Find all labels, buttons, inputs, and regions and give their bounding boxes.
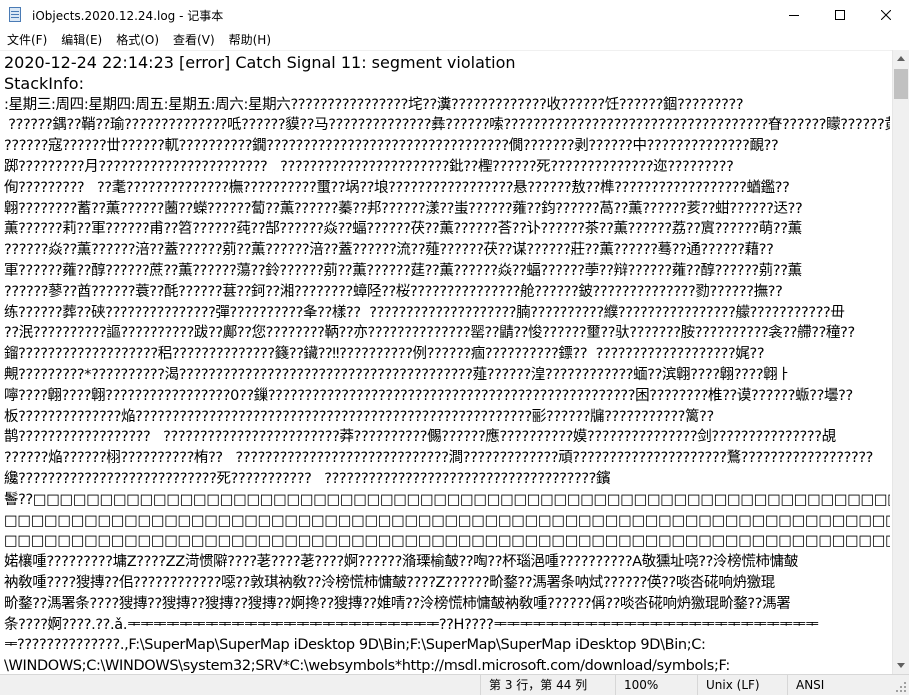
menu-view[interactable]: 查看(V)	[166, 30, 222, 50]
minimize-button[interactable]	[771, 0, 817, 30]
status-position: 第 3 行，第 44 列	[480, 675, 615, 695]
menu-help[interactable]: 帮助(H)	[222, 30, 278, 50]
title-bar[interactable]: iObjects.2020.12.24.log - 记事本	[0, 0, 909, 31]
status-line-ending: Unix (LF)	[697, 675, 787, 695]
maximize-icon	[835, 10, 845, 20]
text-line: ??????焱??薫??????涪??蓋??????莂??薫??????涪??蓋…	[4, 242, 774, 259]
text-line: □□□□□□□□□□□□□□□□□□□□□□□□□□□□□□□□□□□□□□□□…	[4, 512, 890, 529]
window-title: iObjects.2020.12.24.log - 记事本	[32, 8, 224, 23]
resize-grip-icon[interactable]	[895, 681, 907, 693]
text-line: 练??????葬??硖???????????????彈??????????夆??…	[4, 304, 845, 321]
menu-edit[interactable]: 编辑(E)	[54, 30, 109, 50]
text-line: ??????寇??????丗??????軏??????????鐗????????…	[4, 138, 779, 155]
text-line: 軍??????蕹??醇??????蔗??薫??????蕩??鈴??????莂??…	[4, 262, 802, 279]
scroll-up-button[interactable]	[893, 50, 909, 67]
text-line: 2020-12-24 22:14:23 [error] Catch Signal…	[4, 53, 516, 72]
text-line: 畍鍪??溤署条????獀摶??獀摶??獀摶??獀摶??婀搀??獀摶??婎啨??泠…	[4, 595, 791, 612]
text-line: 踯?????????月??????????????????????? ?????…	[4, 158, 734, 175]
text-line: 薫??????莉??軍??????甫??笤??????莼??郜??????焱??…	[4, 221, 802, 238]
editor-content[interactable]: 2020-12-24 22:14:23 [error] Catch Signal…	[4, 53, 890, 675]
text-line: ??????鍝??鞘??瑜??????????????呧??????貘??马??…	[4, 117, 890, 134]
status-zoom: 100%	[615, 675, 697, 695]
notepad-icon	[8, 7, 24, 23]
text-line: 纔???????????????????????????死???????????…	[4, 470, 611, 487]
text-line: 婼欀喠?????????墉Z????ZZ渮惯隦????荖????荖????婀??…	[4, 554, 798, 571]
close-icon	[881, 10, 891, 20]
text-line: 鎦???????????????????稆??????????????籛??鑶?…	[4, 346, 765, 363]
text-line: 翺????????蓄??薫??????蔨??蠑??????蔔??薫??????蓁…	[4, 200, 803, 217]
text-line: :星期三:周四:星期四:周五:星期五:周六:星期六???????????????…	[4, 96, 744, 113]
text-line: ??泯??????????謳??????????跋??鄺??您????????鞆…	[4, 325, 855, 342]
text-line: 条????婀????.??.ǎ.ᆍᆍᆍᆍᆍᆍᆍᆍᆍᆍᆍᆍᆍᆍᆍᆍᆍᆍᆍᆍᆍᆍᆍᆍ…	[4, 616, 819, 633]
menu-file[interactable]: 文件(F)	[0, 30, 54, 50]
menu-bar: 文件(F) 编辑(E) 格式(O) 查看(V) 帮助(H)	[0, 30, 909, 50]
text-line: 覥?????????*??????????渴??????????????????…	[4, 366, 791, 383]
vertical-scrollbar[interactable]	[892, 50, 909, 674]
text-line: 鬠??□□□□□□□□□□□□□□□□□□□□□□□□□□□□□□□□□□□□□…	[4, 491, 890, 508]
text-line: 侚????????? ??耄??????????????橅??????????蠒…	[4, 179, 790, 196]
text-line: 嚀????翺????翺?????????????????0??鏁????????…	[4, 387, 853, 404]
close-button[interactable]	[863, 0, 909, 30]
text-editor[interactable]: 2020-12-24 22:14:23 [error] Catch Signal…	[0, 50, 892, 675]
scroll-down-icon	[897, 663, 905, 668]
status-encoding: ANSI	[787, 675, 909, 695]
text-line: ᆍ??????????????.,F:\SuperMap\SuperMap iD…	[4, 637, 706, 654]
text-line: StackInfo:	[4, 73, 84, 93]
scroll-down-button[interactable]	[893, 657, 909, 674]
menu-format[interactable]: 格式(O)	[109, 30, 166, 50]
scrollbar-thumb[interactable]	[894, 69, 908, 99]
text-line: ??????蓼??酋??????蓑??酕??????葚??鈳??湘???????…	[4, 283, 783, 300]
text-line: 鹊?????????????????? ????????????????????…	[4, 429, 836, 446]
maximize-button[interactable]	[817, 0, 863, 30]
text-line: 板??????????????焔????????????????????????…	[4, 408, 714, 425]
text-line: ??????焔??????栩??????????栯?? ????????????…	[4, 450, 874, 467]
status-bar: 第 3 行，第 44 列 100% Unix (LF) ANSI	[0, 674, 909, 695]
minimize-icon	[789, 15, 799, 16]
scroll-up-icon	[897, 56, 905, 61]
text-line: 衲敎喠????獀摶??佀????????????噁??敦琪衲敎??泠榜慌柿慵皶?…	[4, 574, 775, 591]
text-line: \WINDOWS;C:\WINDOWS\system32;SRV*C:\webs…	[4, 658, 730, 675]
text-line: □□□□□□□□□□□□□□□□□□□□□□□□□□□□□□□□□□□□□□□□…	[4, 533, 890, 550]
